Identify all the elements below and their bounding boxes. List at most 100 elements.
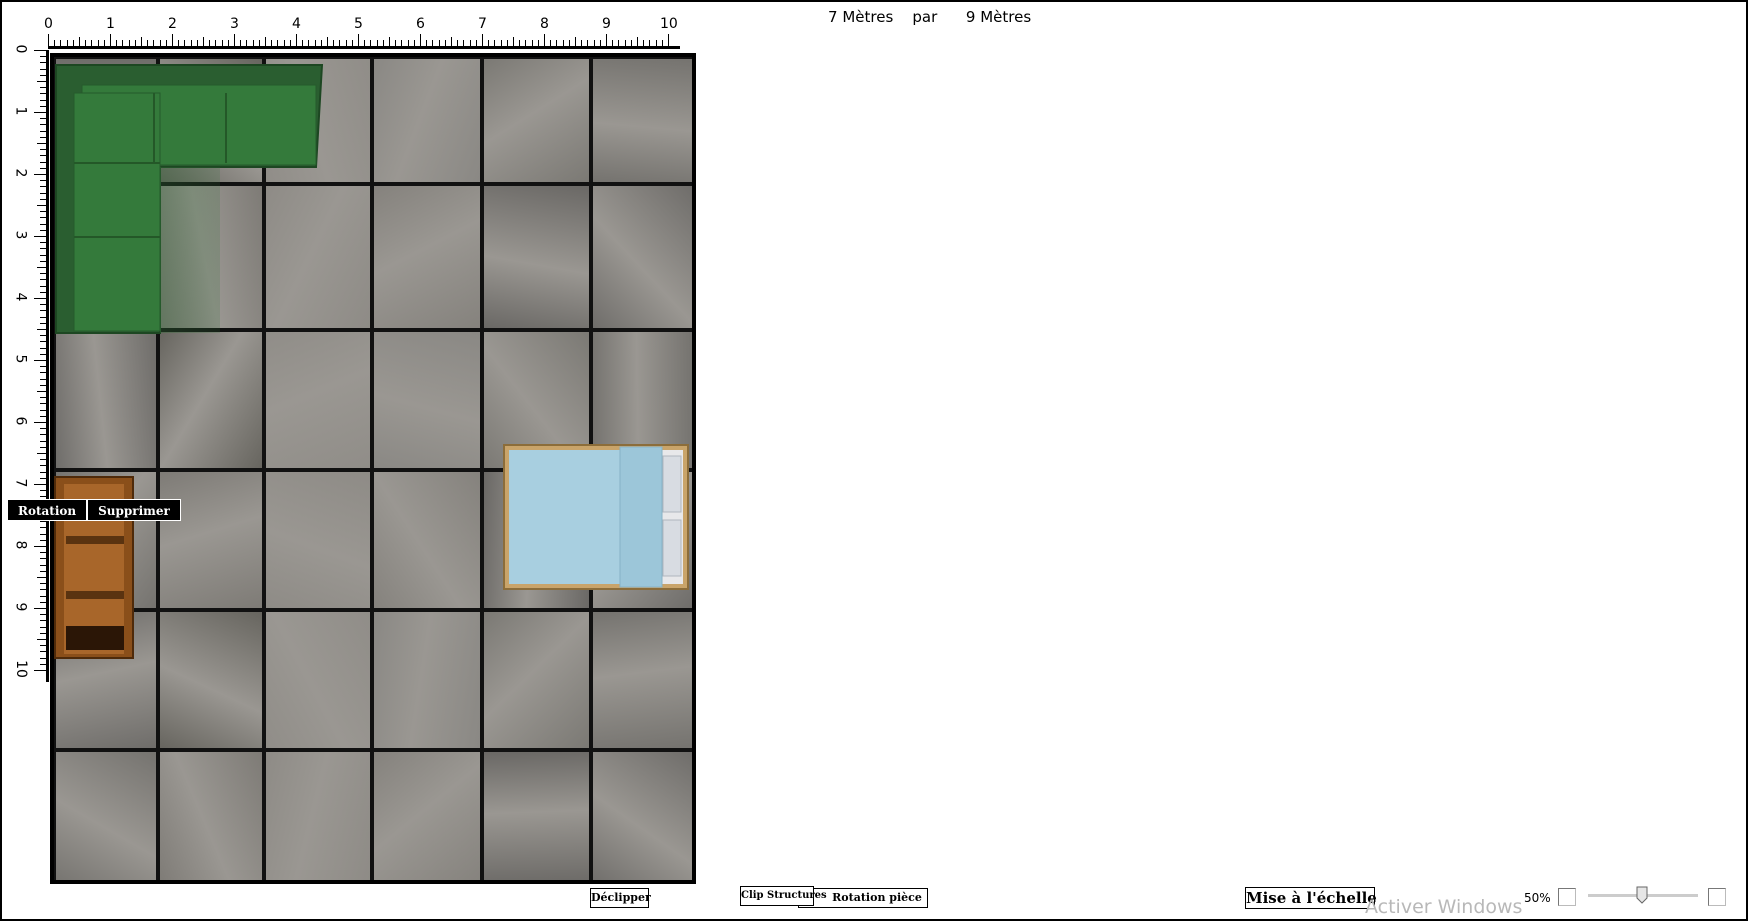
zoom-slider-thumb[interactable] — [1636, 886, 1648, 904]
ruler-top-tick — [389, 37, 390, 46]
ruler-left-tick — [40, 192, 46, 194]
ruler-top-tick — [209, 40, 211, 46]
ruler-top-tick — [482, 34, 483, 46]
ruler-top-tick — [562, 40, 564, 46]
width-value: 7 — [828, 8, 838, 26]
ruler-left-tick — [40, 446, 46, 448]
floor-tile — [372, 330, 482, 470]
ruler-top-tick — [153, 40, 155, 46]
delete-button[interactable]: Supprimer — [87, 499, 181, 521]
ruler-left-tick — [40, 118, 46, 120]
zoom-out-button[interactable] — [1558, 888, 1576, 906]
rotation-button[interactable]: Rotation — [7, 499, 88, 521]
ruler-left-tick — [40, 564, 46, 566]
ruler-left-tick — [40, 372, 46, 374]
scale-button[interactable]: Mise à l'échelle — [1245, 887, 1377, 909]
ruler-left-tick — [40, 248, 46, 250]
ruler-top-tick — [661, 40, 663, 46]
ruler-top-tick — [420, 34, 421, 46]
ruler-left-tick — [40, 62, 46, 64]
ruler-top-label: 8 — [540, 16, 549, 32]
ruler-top-tick — [593, 40, 595, 46]
floor-tile — [158, 750, 264, 880]
ruler-left-tick — [40, 130, 46, 132]
ruler-left-tick — [40, 477, 46, 479]
ruler-left-tick — [34, 174, 46, 175]
floor-tile — [482, 57, 591, 184]
ruler-top-tick — [624, 40, 626, 46]
ruler-top-tick — [271, 40, 273, 46]
floor-tile — [372, 750, 482, 880]
ruler-left-tick — [37, 267, 46, 268]
ruler-top-tick — [506, 40, 508, 46]
ruler-top-tick — [172, 34, 173, 46]
ruler-top-tick — [475, 40, 477, 46]
ruler-top-tick — [519, 40, 521, 46]
ruler-top-tick — [426, 40, 428, 46]
ruler-left-tick — [40, 583, 46, 585]
ruler-top-tick — [457, 40, 459, 46]
declip-button[interactable]: Déclipper — [590, 888, 651, 908]
ruler-top-tick — [54, 40, 56, 46]
ruler-left-tick — [40, 651, 46, 653]
ruler-top-tick — [469, 40, 471, 46]
ruler-top-tick — [382, 40, 384, 46]
sofa-furniture[interactable] — [54, 63, 324, 337]
ruler-left-tick — [40, 335, 46, 337]
ruler-left-tick — [40, 124, 46, 126]
ruler-left-tick — [40, 384, 46, 386]
ruler-top-tick — [215, 40, 217, 46]
floor-tile — [591, 184, 692, 330]
ruler-top-tick — [432, 40, 434, 46]
ruler-left-tick — [40, 663, 46, 665]
ruler-top-tick — [240, 40, 242, 46]
ruler-left-tick — [34, 484, 46, 485]
floor-tile — [54, 750, 158, 880]
ruler-top-tick — [550, 40, 552, 46]
ruler-left-tick — [40, 304, 46, 306]
ruler-left-tick — [40, 570, 46, 572]
ruler-top-tick — [277, 40, 279, 46]
ruler-left-label: 1 — [12, 106, 29, 116]
ruler-top-tick — [612, 40, 614, 46]
ruler-left-tick — [40, 56, 46, 58]
ruler-left-tick — [40, 601, 46, 603]
bed-furniture[interactable] — [503, 444, 689, 590]
by-label: par — [912, 8, 938, 26]
ruler-left-tick — [40, 74, 46, 76]
length-unit: Mètres — [980, 8, 1032, 26]
floor-tile — [264, 330, 372, 470]
ruler-left-label: 0 — [12, 44, 29, 54]
ruler-top-tick — [184, 40, 186, 46]
ruler-top-label: 10 — [660, 16, 678, 32]
ruler-top-tick — [587, 40, 589, 46]
ruler-left-tick — [40, 496, 46, 498]
clip-structures-button[interactable]: Clip Structures — [740, 886, 827, 906]
ruler-left-tick — [40, 465, 46, 467]
ruler-top-tick — [196, 40, 198, 46]
floor-tile — [264, 610, 372, 750]
ruler-top-tick — [147, 40, 149, 46]
ruler-top-tick — [618, 40, 620, 46]
ruler-left-label: 3 — [12, 230, 29, 240]
ruler-top-label: 1 — [106, 16, 115, 32]
ruler-left-tick — [40, 105, 46, 107]
ruler-top-tick — [444, 40, 446, 46]
ruler-top-label: 0 — [44, 16, 53, 32]
floor-tile — [158, 470, 264, 610]
ruler-top-tick — [525, 40, 527, 46]
ruler-top-tick — [296, 34, 297, 46]
floor-tile — [372, 610, 482, 750]
windows-activation-watermark: Activer Windows — [1365, 896, 1523, 918]
ruler-top-tick — [537, 40, 539, 46]
ruler-top-label: 4 — [292, 16, 301, 32]
ruler-left-tick — [40, 366, 46, 368]
ruler-top-tick — [407, 40, 409, 46]
furniture-context-menu: Rotation Supprimer — [7, 499, 181, 521]
ruler-top-tick — [252, 40, 254, 46]
floor-tile — [591, 57, 692, 184]
ruler-left-tick — [40, 378, 46, 380]
zoom-in-button[interactable] — [1708, 888, 1726, 906]
ruler-left-tick — [40, 198, 46, 200]
ruler-top-tick — [494, 40, 496, 46]
